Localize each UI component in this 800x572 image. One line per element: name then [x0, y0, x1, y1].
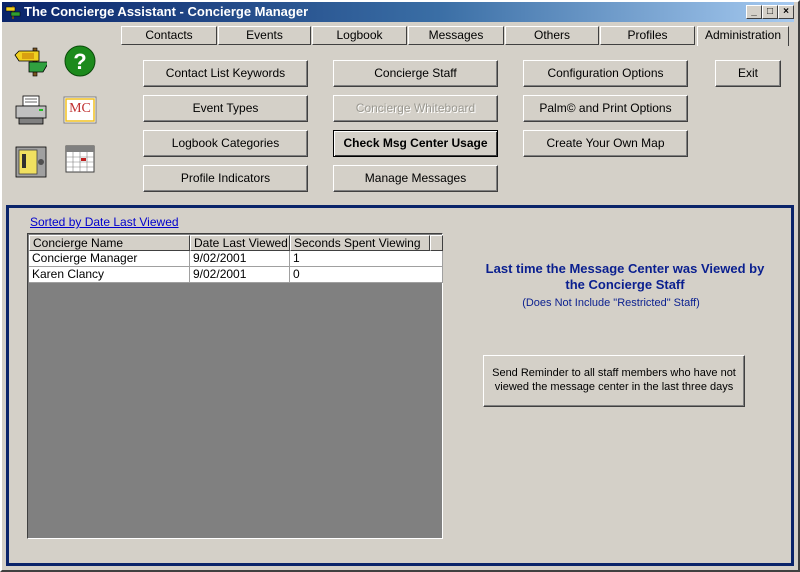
tab-administration[interactable]: Administration	[697, 26, 789, 46]
safe-icon[interactable]	[14, 145, 48, 179]
tab-messages[interactable]: Messages	[408, 26, 504, 45]
cell-date: 9/02/2001	[190, 267, 290, 283]
cell-seconds: 0	[290, 267, 443, 283]
info-title: Last time the Message Center was Viewed …	[485, 261, 765, 292]
app-icon	[5, 6, 21, 19]
logbook-categories-button[interactable]: Logbook Categories	[143, 130, 308, 157]
help-icon[interactable]: ?	[63, 44, 97, 78]
message-center-label: MC	[69, 101, 91, 116]
close-button[interactable]: ×	[778, 5, 794, 19]
cell-seconds: 1	[290, 251, 443, 267]
message-center-icon[interactable]: MC	[63, 96, 97, 124]
send-reminder-button[interactable]: Send Reminder to all staff members who h…	[483, 355, 745, 407]
title-bar[interactable]: The Concierge Assistant - Concierge Mana…	[2, 2, 794, 22]
check-msg-center-usage-button[interactable]: Check Msg Center Usage	[333, 130, 498, 157]
info-subtitle: (Does Not Include "Restricted" Staff)	[522, 297, 700, 309]
signpost-icon[interactable]	[13, 44, 47, 78]
column-header-seconds[interactable]: Seconds Spent Viewing	[290, 235, 430, 251]
column-header-name[interactable]: Concierge Name	[29, 235, 190, 251]
concierge-whiteboard-button[interactable]: Concierge Whiteboard	[333, 95, 498, 122]
column-header-date[interactable]: Date Last Viewed	[190, 235, 290, 251]
cell-name: Karen Clancy	[29, 267, 190, 283]
tab-logbook[interactable]: Logbook	[312, 26, 407, 45]
palm-print-options-button[interactable]: Palm© and Print Options	[523, 95, 688, 122]
svg-text:?: ?	[73, 49, 86, 74]
tab-contacts[interactable]: Contacts	[121, 26, 217, 45]
printer-icon[interactable]	[14, 94, 48, 126]
profile-indicators-button[interactable]: Profile Indicators	[143, 165, 308, 192]
manage-messages-button[interactable]: Manage Messages	[333, 165, 498, 192]
contact-list-keywords-button[interactable]: Contact List Keywords	[143, 60, 308, 87]
tab-events[interactable]: Events	[218, 26, 311, 45]
minimize-button[interactable]: _	[746, 5, 762, 19]
sort-link[interactable]: Sorted by Date Last Viewed	[30, 215, 179, 229]
maximize-button[interactable]: □	[762, 5, 778, 19]
create-map-button[interactable]: Create Your Own Map	[523, 130, 688, 157]
window-title: The Concierge Assistant - Concierge Mana…	[24, 4, 309, 19]
usage-grid[interactable]: Concierge Name Date Last Viewed Seconds …	[27, 233, 443, 539]
calendar-icon[interactable]	[65, 145, 95, 173]
exit-button[interactable]: Exit	[715, 60, 781, 87]
event-types-button[interactable]: Event Types	[143, 95, 308, 122]
cell-date: 9/02/2001	[190, 251, 290, 267]
concierge-staff-button[interactable]: Concierge Staff	[333, 60, 498, 87]
configuration-options-button[interactable]: Configuration Options	[523, 60, 688, 87]
column-header-filler	[430, 235, 443, 251]
tab-others[interactable]: Others	[505, 26, 599, 45]
tab-profiles[interactable]: Profiles	[600, 26, 695, 45]
cell-name: Concierge Manager	[29, 251, 190, 267]
